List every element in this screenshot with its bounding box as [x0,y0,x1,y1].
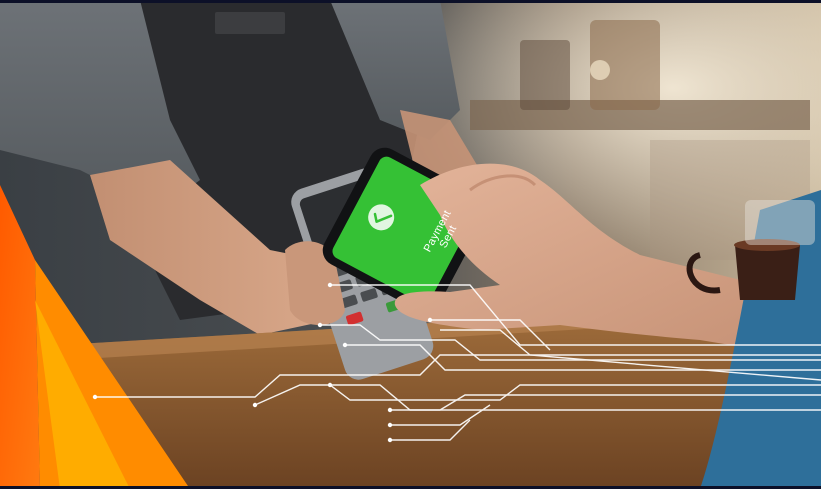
contactless-payment-photo [0,0,821,489]
photo-frame: Payment Sent [0,0,821,489]
frame-top-border [0,0,821,3]
